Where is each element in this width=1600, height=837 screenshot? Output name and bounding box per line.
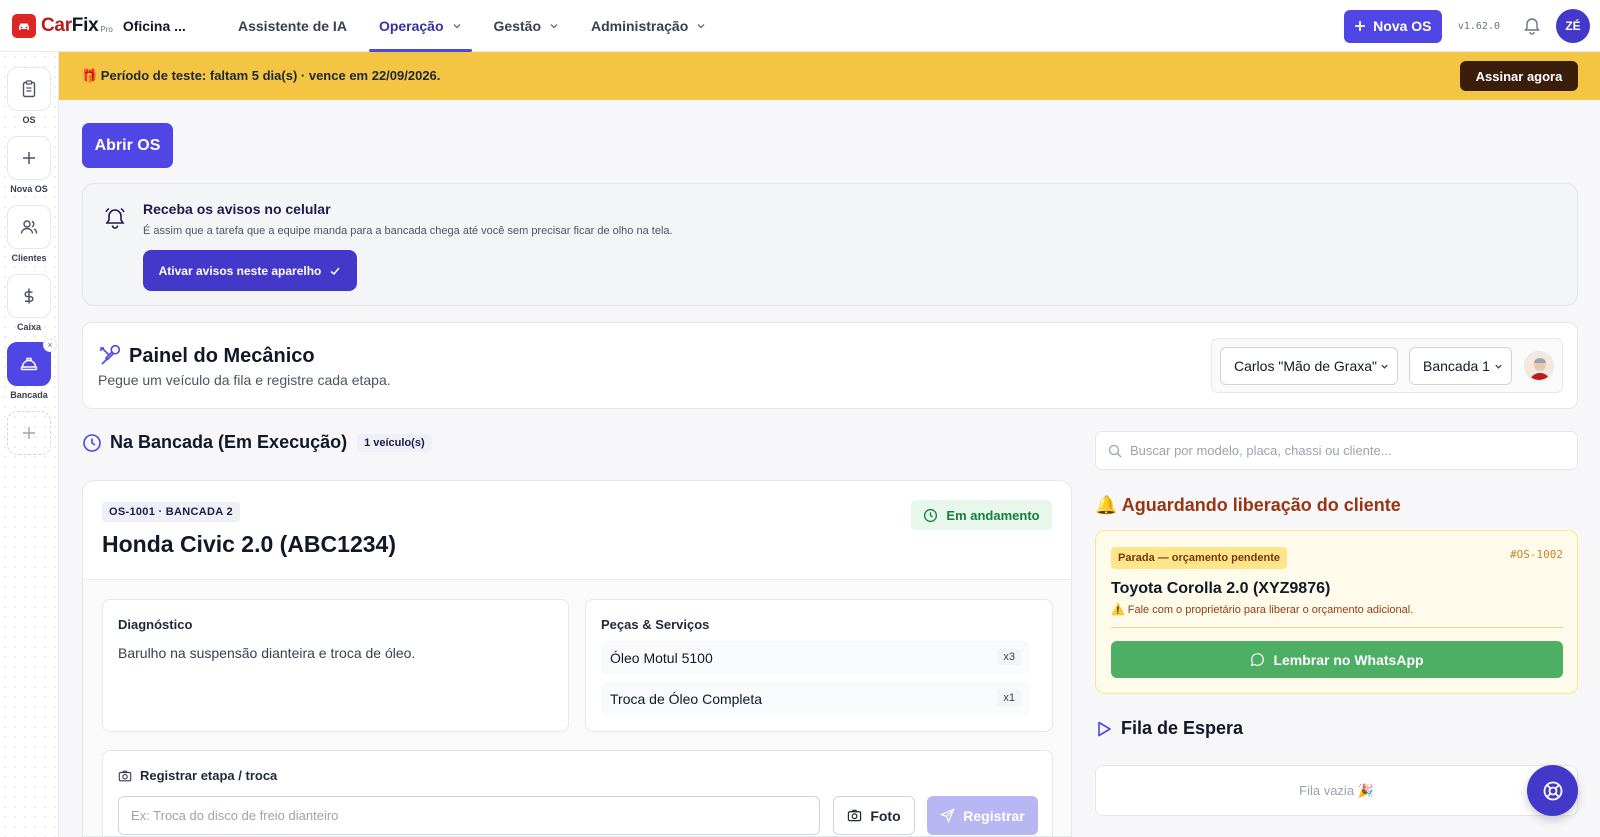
chevron-down-icon bbox=[550, 23, 558, 28]
queue-header: Fila de Espera bbox=[1095, 718, 1243, 739]
mechanic-select[interactable]: Carlos "Mão de Graxa" bbox=[1220, 347, 1398, 385]
notifications-subtitle: É assim que a tarefa que a equipe manda … bbox=[143, 225, 673, 237]
enable-notifications-button[interactable]: Ativar avisos neste aparelho bbox=[143, 250, 357, 291]
diagnosis-title: Diagnóstico bbox=[118, 617, 193, 632]
header-actions: Nova OS v1.62.0 ZÉ bbox=[1343, 9, 1590, 43]
os-tag: OS-1001 · BANCADA 2 bbox=[102, 502, 240, 522]
nav-operacao[interactable]: Operação bbox=[368, 0, 472, 52]
part-quantity: x1 bbox=[997, 690, 1021, 706]
diagnosis-box: Diagnóstico Barulho na suspensão diantei… bbox=[102, 599, 569, 732]
camera-icon bbox=[848, 809, 862, 822]
whatsapp-reminder-button[interactable]: Lembrar no WhatsApp bbox=[1111, 641, 1563, 678]
diagnosis-text: Barulho na suspensão dianteira e troca d… bbox=[118, 645, 416, 661]
search-icon bbox=[1108, 444, 1122, 457]
parts-title: Peças & Serviços bbox=[601, 617, 710, 632]
chevron-down-icon bbox=[453, 23, 461, 28]
chevron-down-icon bbox=[1381, 364, 1388, 369]
awaiting-vehicle: Toyota Corolla 2.0 (XYZ9876) bbox=[1111, 580, 1331, 597]
brand-logo[interactable]: CarFix Pro Oficina ... bbox=[12, 13, 206, 38]
shop-name[interactable]: Oficina ... bbox=[123, 18, 186, 34]
register-step-box: Registrar etapa / troca Ex: Troca do dis… bbox=[102, 750, 1053, 836]
close-icon[interactable]: × bbox=[43, 338, 57, 352]
user-avatar[interactable]: ZÉ bbox=[1556, 9, 1590, 43]
register-step-title: Registrar etapa / troca bbox=[118, 768, 277, 783]
bench-select[interactable]: Bancada 1 bbox=[1409, 347, 1512, 385]
vehicle-count-badge: 1 veículo(s) bbox=[357, 433, 432, 452]
register-step-input[interactable]: Ex: Troca do disco de freio dianteiro bbox=[118, 796, 820, 835]
bell-ring-icon bbox=[105, 207, 125, 229]
job-card: OS-1001 · BANCADA 2 Honda Civic 2.0 (ABC… bbox=[82, 480, 1072, 837]
check-icon bbox=[330, 267, 340, 275]
camera-icon bbox=[118, 770, 132, 781]
divider bbox=[1111, 627, 1563, 628]
notifications-card: Receba os avisos no celular É assim que … bbox=[82, 183, 1578, 306]
sidebar-item-nova-os[interactable]: Nova OS bbox=[7, 136, 51, 194]
chevron-down-icon bbox=[1495, 364, 1502, 369]
mechanic-panel-header: Painel do Mecânico Pegue um veículo da f… bbox=[82, 322, 1578, 409]
part-row: Troca de Óleo Completa x1 bbox=[601, 682, 1029, 715]
clock-icon bbox=[924, 508, 938, 522]
part-row: Óleo Motul 5100 x3 bbox=[601, 641, 1029, 674]
in-progress-header: Na Bancada (Em Execução) 1 veículo(s) bbox=[82, 432, 432, 453]
plus-icon bbox=[23, 152, 35, 164]
awaiting-release-title: 🔔 Aguardando liberação do cliente bbox=[1095, 495, 1401, 515]
status-badge: Em andamento bbox=[911, 500, 1052, 530]
brand-name: CarFix bbox=[41, 14, 99, 36]
parts-box: Peças & Serviços Óleo Motul 5100 x3 Troc… bbox=[585, 599, 1053, 732]
lifebuoy-icon bbox=[1543, 781, 1562, 800]
nav-gestao[interactable]: Gestão bbox=[484, 0, 569, 52]
clipboard-icon bbox=[22, 80, 36, 98]
mechanic-avatar bbox=[1524, 351, 1554, 381]
in-progress-title: Na Bancada (Em Execução) bbox=[110, 432, 348, 452]
plus-icon bbox=[23, 427, 35, 439]
send-icon bbox=[940, 808, 956, 823]
trial-banner-text: 🎁 Período de teste: faltam 5 dia(s) · ve… bbox=[81, 68, 441, 83]
clock-icon bbox=[83, 433, 101, 452]
awaiting-warning: ⚠️ Fale com o proprietário para liberar … bbox=[1111, 604, 1414, 616]
nav-assistente-ia[interactable]: Assistente de IA bbox=[228, 0, 357, 52]
os-id: #OS-1002 bbox=[1510, 548, 1563, 561]
sidebar: OS Nova OS Clientes Caixa × Bancada bbox=[0, 52, 59, 837]
dollar-icon bbox=[24, 288, 34, 304]
trial-banner: 🎁 Período de teste: faltam 5 dia(s) · ve… bbox=[59, 52, 1600, 100]
wrench-icon bbox=[100, 345, 120, 365]
sidebar-add-shortcut[interactable] bbox=[7, 411, 51, 455]
search-input[interactable]: Buscar por modelo, placa, chassi ou clie… bbox=[1095, 431, 1578, 470]
chevron-down-icon bbox=[697, 23, 705, 28]
users-icon bbox=[20, 220, 38, 234]
register-button[interactable]: Registrar bbox=[927, 796, 1038, 835]
queue-list: Fila vazia 🎉 bbox=[1095, 765, 1578, 816]
brand-pro-label: Pro bbox=[100, 25, 113, 34]
photo-button[interactable]: Foto bbox=[833, 796, 915, 835]
chat-bubble-icon bbox=[1251, 653, 1265, 667]
awaiting-release-card: Parada — orçamento pendente #OS-1002 Toy… bbox=[1095, 530, 1578, 694]
mechanic-controls: Carlos "Mão de Graxa" Bancada 1 bbox=[1211, 338, 1563, 393]
help-fab-button[interactable] bbox=[1527, 765, 1578, 816]
subscribe-button[interactable]: Assinar agora bbox=[1460, 61, 1578, 91]
bell-icon[interactable] bbox=[1522, 16, 1542, 36]
nav-administracao[interactable]: Administração bbox=[581, 0, 716, 52]
sidebar-item-bancada[interactable]: × Bancada bbox=[7, 338, 57, 400]
play-icon bbox=[1098, 721, 1111, 736]
top-navbar: CarFix Pro Oficina ... Assistente de IA … bbox=[0, 0, 1600, 52]
part-quantity: x3 bbox=[997, 649, 1021, 665]
car-logo-icon bbox=[12, 13, 36, 38]
main-nav: Assistente de IA Operação Gestão Adminis… bbox=[228, 0, 728, 52]
new-os-button[interactable]: Nova OS bbox=[1343, 9, 1442, 43]
sidebar-item-os[interactable]: OS bbox=[7, 67, 51, 125]
open-os-button[interactable]: Abrir OS bbox=[82, 123, 173, 168]
page-subtitle: Pegue um veículo da fila e registre cada… bbox=[98, 372, 391, 388]
plus-icon bbox=[1355, 21, 1366, 31]
job-details: Diagnóstico Barulho na suspensão diantei… bbox=[83, 579, 1071, 836]
vehicle-title: Honda Civic 2.0 (ABC1234) bbox=[102, 531, 396, 557]
app-version: v1.62.0 bbox=[1457, 20, 1500, 32]
page-title: Painel do Mecânico bbox=[129, 345, 315, 367]
hard-hat-icon bbox=[20, 357, 38, 371]
pending-budget-badge: Parada — orçamento pendente bbox=[1111, 547, 1287, 569]
sidebar-item-caixa[interactable]: Caixa bbox=[7, 274, 51, 332]
sidebar-item-clientes[interactable]: Clientes bbox=[7, 205, 51, 263]
notifications-title: Receba os avisos no celular bbox=[143, 201, 331, 217]
